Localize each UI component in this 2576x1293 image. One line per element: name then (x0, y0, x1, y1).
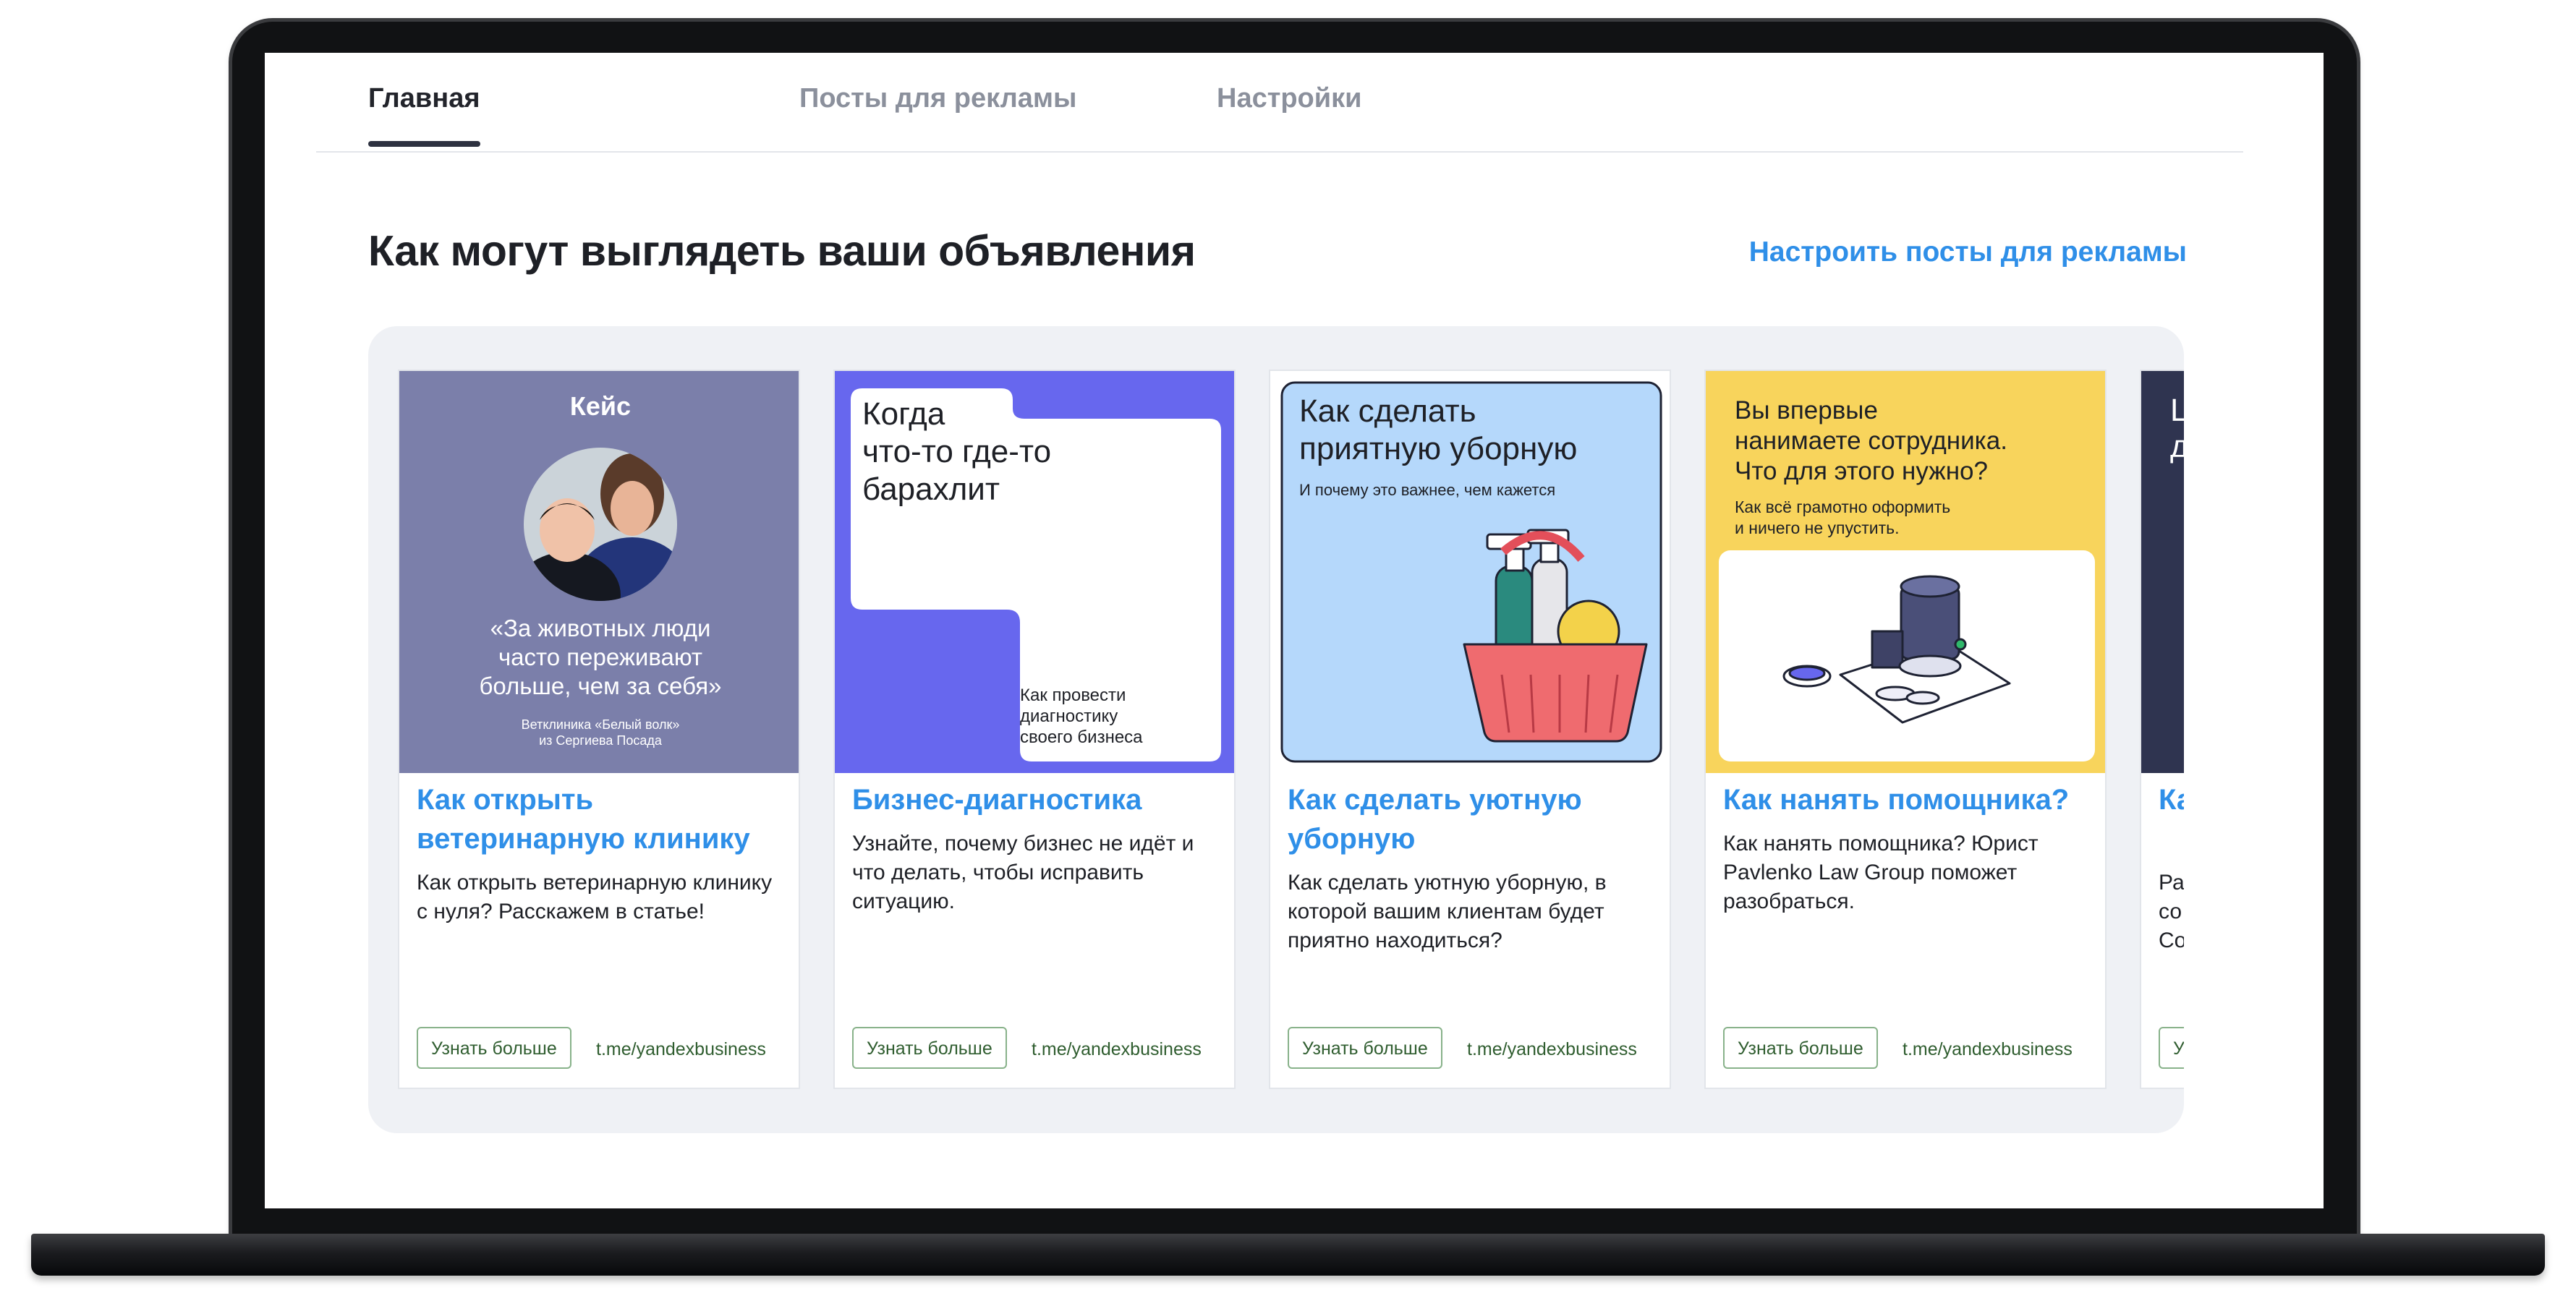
caption-line: Ветклиника «Белый волк» (521, 717, 680, 732)
heading-line: Что для этого нужно? (1735, 457, 1988, 485)
heading-line: Как сделать (1299, 393, 1476, 429)
caption-line: Как провести (1020, 686, 1126, 705)
description-line: Ра (2159, 871, 2184, 895)
ad-card[interactable]: Вы впервые нанимаете сотрудника. Что для… (1704, 370, 2107, 1089)
heading-line: д (2170, 429, 2184, 465)
quote-caption: Ветклиника «Белый волк» из Сергиева Поса… (399, 717, 799, 748)
learn-more-button[interactable]: Узнать больше (1288, 1027, 1442, 1069)
card-link[interactable]: t.me/yandexbusiness (596, 1039, 766, 1060)
image-heading: Как сделать приятную уборную (1299, 393, 1577, 468)
card-description: Ра со Co (2159, 869, 2184, 955)
heading-line: что-то где-то (862, 434, 1052, 469)
caption-line: своего бизнеса (1020, 727, 1143, 747)
ad-card-image: Когда что-то где-то барахлит Как провест… (835, 371, 1234, 773)
app-screen: Главная Посты для рекламы Настройки Как … (265, 53, 2324, 1208)
heading-line: нанимаете сотрудника. (1735, 427, 2007, 455)
heading-line: барахлит (862, 471, 1000, 507)
card-title[interactable]: Как нанять помощника? (1723, 780, 2085, 819)
ad-card[interactable]: Ц д Ка до Ра со Co У (2140, 370, 2184, 1089)
description-line: со (2159, 900, 2182, 923)
ad-card-image: Кейс «За животных люди часто переживают … (399, 371, 799, 773)
card-title[interactable]: Как открыть ветеринарную клинику (417, 780, 778, 858)
active-tab-indicator (368, 141, 480, 147)
ad-card[interactable]: Когда что-то где-то барахлит Как провест… (833, 370, 1236, 1089)
subheading-line: и ничего не упустить. (1735, 519, 1900, 537)
card-title[interactable]: Ка до (2159, 780, 2184, 819)
learn-more-button[interactable]: У (2159, 1027, 2184, 1069)
caption-line: диагностику (1020, 707, 1118, 726)
image-subheading: Как всё грамотно оформить и ничего не уп… (1735, 497, 1950, 539)
tab-settings-label: Настройки (1217, 83, 1362, 114)
ad-card-image: Как сделать приятную уборную И почему эт… (1270, 371, 1670, 773)
tab-settings[interactable]: Настройки (1217, 83, 1361, 114)
heading-line: Вы впервые (1735, 396, 1878, 424)
learn-more-button[interactable]: Узнать больше (852, 1027, 1007, 1069)
ad-card[interactable]: Как сделать приятную уборную И почему эт… (1269, 370, 1671, 1089)
image-heading: Когда что-то где-то барахлит (862, 396, 1051, 508)
quote-line: больше, чем за себя» (479, 673, 722, 699)
quote-text: «За животных люди часто переживают больш… (399, 614, 799, 701)
card-description: Как открыть ветеринарную клинику с нуля?… (417, 871, 773, 923)
card-description: Как нанять помощника? Юрист Pavlenko Law… (1723, 832, 2039, 913)
card-link[interactable]: t.me/yandexbusiness (1032, 1039, 1202, 1060)
image-heading: Ц д (2170, 393, 2184, 465)
image-caption: Как провести диагностику своего бизнеса (1020, 685, 1143, 748)
heading-line: Ц (2170, 393, 2184, 429)
tab-ad-posts-label: Посты для рекламы (799, 83, 1077, 114)
subheading-line: Как всё грамотно оформить (1735, 498, 1951, 516)
image-heading: Вы впервые нанимаете сотрудника. Что для… (1735, 396, 2007, 487)
learn-more-button[interactable]: Узнать больше (417, 1027, 571, 1069)
tab-main-label: Главная (368, 83, 480, 114)
caption-line: из Сергиева Посада (539, 733, 662, 748)
setup-ad-posts-link[interactable]: Настроить посты для рекламы (1749, 236, 2187, 268)
ad-card[interactable]: Кейс «За животных люди часто переживают … (398, 370, 800, 1089)
card-title[interactable]: Бизнес-диагностика (852, 780, 1214, 819)
heading-line: Когда (862, 396, 945, 432)
ad-card-image: Вы впервые нанимаете сотрудника. Что для… (1706, 371, 2105, 773)
page-title: Как могут выглядеть ваши объявления (368, 227, 1196, 275)
image-subheading: И почему это важнее, чем кажется (1299, 481, 1556, 499)
card-link[interactable]: t.me/yandexbusiness (1903, 1039, 2073, 1060)
tab-ad-posts[interactable]: Посты для рекламы (799, 83, 1076, 114)
heading-line: приятную уборную (1299, 431, 1578, 466)
description-line: Co (2159, 929, 2184, 952)
quote-line: часто переживают (498, 644, 703, 670)
tab-bar: Главная Посты для рекламы Настройки (316, 53, 2243, 153)
card-title[interactable]: Как сделать уютную уборную (1288, 780, 1649, 858)
card-description: Узнайте, почему бизнес не идёт и что дел… (852, 832, 1194, 913)
card-description: Как сделать уютную уборную, в которой ва… (1288, 871, 1607, 952)
learn-more-button[interactable]: Узнать больше (1723, 1027, 1878, 1069)
ad-preview-carousel: Кейс «За животных люди часто переживают … (368, 326, 2184, 1133)
ad-card-image: Ц д (2141, 371, 2184, 773)
card-link[interactable]: t.me/yandexbusiness (1467, 1039, 1637, 1060)
laptop-base (31, 1234, 2545, 1276)
tab-main[interactable]: Главная (368, 83, 480, 147)
case-badge: Кейс (569, 391, 632, 421)
quote-line: «За животных люди (490, 615, 711, 641)
avatar-photo (524, 448, 677, 601)
